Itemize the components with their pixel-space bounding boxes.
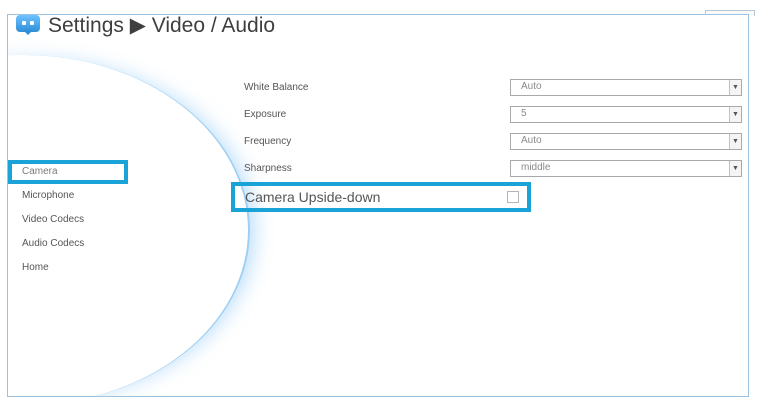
white-balance-label: White Balance (244, 82, 309, 93)
sharpness-label: Sharpness (244, 163, 292, 174)
white-balance-value: Auto (521, 81, 542, 92)
chevron-down-icon[interactable]: ▼ (729, 134, 741, 149)
chat-bubble-icon (16, 15, 40, 35)
chevron-down-icon[interactable]: ▼ (729, 161, 741, 176)
sidebar-item-camera[interactable]: Camera (8, 160, 128, 184)
exposure-label: Exposure (244, 109, 287, 120)
sharpness-row: Sharpness middle ▼ (244, 160, 742, 178)
sidebar-item-home[interactable]: Home (8, 256, 128, 280)
upside-down-row: Camera Upside-down (231, 182, 531, 212)
frequency-row: Frequency Auto ▼ (244, 133, 742, 151)
exposure-value: 5 (521, 108, 527, 119)
page-title: Settings ▶ Video / Audio (48, 13, 276, 37)
sidebar-item-video-codecs[interactable]: Video Codecs (8, 208, 128, 232)
chevron-down-icon[interactable]: ▼ (729, 80, 741, 95)
sharpness-value: middle (521, 162, 551, 173)
frequency-select[interactable]: Auto ▼ (510, 133, 742, 150)
sharpness-select[interactable]: middle ▼ (510, 160, 742, 177)
sidebar-item-microphone[interactable]: Microphone (8, 184, 128, 208)
sidebar-item-label: Home (22, 262, 49, 273)
sidebar-item-label: Camera (22, 166, 58, 177)
sidebar-item-label: Video Codecs (22, 214, 85, 225)
frequency-value: Auto (521, 135, 542, 146)
chevron-down-icon[interactable]: ▼ (729, 107, 741, 122)
sidebar-item-audio-codecs[interactable]: Audio Codecs (8, 232, 128, 256)
white-balance-row: White Balance Auto ▼ (244, 79, 742, 97)
upside-down-checkbox[interactable] (507, 191, 519, 203)
page-header: Settings ▶ Video / Audio (16, 11, 275, 39)
exposure-select[interactable]: 5 ▼ (510, 106, 742, 123)
exposure-row: Exposure 5 ▼ (244, 106, 742, 124)
frequency-label: Frequency (244, 136, 292, 147)
white-balance-select[interactable]: Auto ▼ (510, 79, 742, 96)
upside-down-label: Camera Upside-down (245, 189, 381, 205)
sidebar-item-label: Microphone (22, 190, 75, 201)
sidebar-item-label: Audio Codecs (22, 238, 85, 249)
sidebar-nav: Camera Microphone Video Codecs Audio Cod… (8, 160, 128, 280)
